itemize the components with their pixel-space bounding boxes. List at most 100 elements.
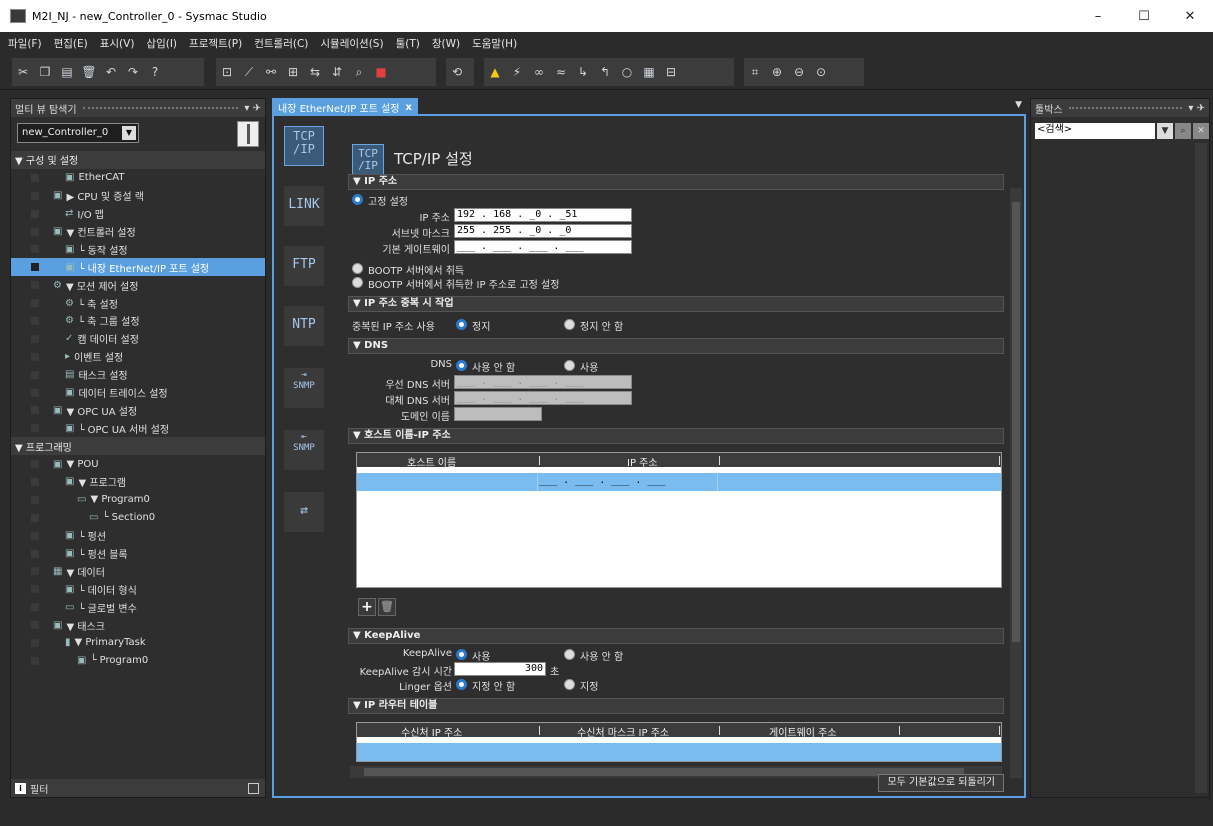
transfer-icon[interactable]: ⇵	[326, 65, 348, 79]
pin-icon[interactable]: ▾ ✈	[1188, 103, 1205, 114]
tree-item[interactable]: ⚙ └ 축 설정	[11, 294, 265, 312]
side-ftp-button[interactable]: FTP	[284, 246, 324, 286]
diff-icon[interactable]: ≈	[550, 65, 572, 79]
menu-controller[interactable]: 컨트롤러(C)	[254, 36, 308, 51]
help-icon[interactable]: ?	[144, 65, 166, 79]
radio-dup-stop[interactable]	[456, 319, 467, 330]
offline-icon[interactable]: ⊞	[282, 65, 304, 79]
radio-fixed-setting[interactable]	[352, 194, 363, 205]
filter-label[interactable]: 필터	[30, 781, 48, 796]
side-snmp-trap-button[interactable]: ⇤ SNMP	[284, 430, 324, 470]
online-icon[interactable]: ⚯	[260, 65, 282, 79]
tree-item[interactable]: ▼ 프로그래밍	[11, 437, 265, 456]
side-link-button[interactable]: LINK	[284, 186, 324, 226]
tree-item[interactable]: ▣ └ 동작 설정	[11, 240, 265, 258]
menu-project[interactable]: 프로젝트(P)	[189, 36, 242, 51]
force-icon[interactable]: ⚡	[506, 65, 528, 79]
cut-icon[interactable]: ✂	[12, 65, 34, 79]
tree-item[interactable]: ▭ ▼ Program0	[11, 491, 265, 509]
copy-icon[interactable]: ❐	[34, 65, 56, 79]
menu-file[interactable]: 파일(F)	[8, 36, 42, 51]
tree-item[interactable]: ▣ ▼ 컨트롤러 설정	[11, 223, 265, 241]
tree-item[interactable]: ▣ ▼ 태스크	[11, 616, 265, 634]
col-host-name[interactable]: 호스트 이름	[407, 454, 456, 469]
search-icon[interactable]: ⌕	[1175, 123, 1191, 139]
menu-view[interactable]: 표시(V)	[100, 36, 135, 51]
section-ip-router-table[interactable]: ▼ IP 라우터 테이블	[348, 698, 1004, 714]
tree-item[interactable]: ▮ ▼ PrimaryTask	[11, 634, 265, 652]
delete-icon[interactable]: 🗑	[78, 65, 100, 79]
tree-item[interactable]: ▣ ▼ 프로그램	[11, 473, 265, 491]
menu-window[interactable]: 창(W)	[432, 36, 460, 51]
zoom-out-icon[interactable]: ⊖	[788, 65, 810, 79]
tree-item[interactable]: ▣ └ 내장 EtherNet/IP 포트 설정	[11, 258, 265, 277]
undo-icon[interactable]: ↶	[100, 65, 122, 79]
warning-icon[interactable]: ▲	[484, 65, 506, 79]
paste-icon[interactable]: ▤	[56, 65, 78, 79]
monitor-toggle-button[interactable]	[237, 121, 259, 147]
tree-item[interactable]: ▭ └ Section0	[11, 509, 265, 527]
toolbox-scrollbar[interactable]	[1195, 143, 1207, 793]
radio-dns-off[interactable]	[456, 360, 467, 371]
radio-bootp-fixed[interactable]	[352, 277, 363, 288]
tree-item[interactable]: ⚙ └ 축 그룹 설정	[11, 312, 265, 330]
tree-item[interactable]: ▣ EtherCAT	[11, 169, 265, 187]
radio-linger-off[interactable]	[456, 679, 467, 690]
tree-item[interactable]: ▼ 구성 및 설정	[11, 151, 265, 169]
side-ntp-button[interactable]: NTP	[284, 306, 324, 346]
add-row-button[interactable]: +	[358, 598, 376, 616]
tree-item[interactable]: ▣ ▶ CPU 및 증설 랙	[11, 187, 265, 205]
tree-item[interactable]: ▸ 이벤트 설정	[11, 348, 265, 366]
tree-item[interactable]: ▣ └ OPC UA 서버 설정	[11, 419, 265, 437]
default-gateway-field[interactable]: ___ . ___ . ___ . ___	[454, 240, 632, 254]
radio-linger-on[interactable]	[564, 679, 575, 690]
side-route-button[interactable]: ⇄	[284, 492, 324, 532]
tree-item[interactable]: ▭ └ 글로벌 변수	[11, 598, 265, 616]
col-gateway[interactable]: 게이트웨이 주소	[769, 724, 837, 739]
table-row[interactable]	[357, 743, 1001, 761]
reset-icon[interactable]: ⟲	[446, 65, 468, 79]
clear-icon[interactable]: ✕	[1193, 123, 1209, 139]
primary-dns-field[interactable]: ___ . ___ . ___ . ___	[454, 375, 632, 389]
chevron-down-icon[interactable]: ▼	[1157, 123, 1173, 139]
tree-item[interactable]: ▣ └ 데이터 형식	[11, 580, 265, 598]
section-dns[interactable]: ▼ DNS	[348, 338, 1004, 354]
find-icon[interactable]: ⌕	[348, 65, 370, 80]
tree-item[interactable]: ⇄ I/O 맵	[11, 205, 265, 223]
tree-item[interactable]: ⚙ ▼ 모션 제어 설정	[11, 276, 265, 294]
radio-dns-on[interactable]	[564, 360, 575, 371]
radio-keepalive-off[interactable]	[564, 649, 575, 660]
side-snmp-button[interactable]: ⇥ SNMP	[284, 368, 324, 408]
maximize-button[interactable]: ☐	[1121, 9, 1167, 24]
row-ip-value[interactable]: ___ . ___ . ___ . ___	[539, 475, 665, 486]
col-dest-ip[interactable]: 수신처 IP 주소	[401, 724, 462, 739]
reset-defaults-button[interactable]: 모두 기본값으로 되돌리기	[878, 774, 1004, 792]
domain-name-field[interactable]	[454, 407, 542, 421]
stop-icon[interactable]: ■	[370, 65, 392, 79]
watch-icon[interactable]: ⊟	[660, 65, 682, 79]
trace-icon[interactable]: ∞	[528, 65, 550, 79]
section-keepalive[interactable]: ▼ KeepAlive	[348, 628, 1004, 644]
zoom-in-icon[interactable]: ⊕	[766, 65, 788, 79]
delete-row-button[interactable]: 🗑	[378, 598, 396, 616]
tree-item[interactable]: ▦ ▼ 데이터	[11, 562, 265, 580]
toolbox-search-input[interactable]: <검색>	[1035, 123, 1155, 139]
build-icon[interactable]: ⟋	[238, 65, 260, 80]
section-duplicate-ip[interactable]: ▼ IP 주소 중복 시 작업	[348, 296, 1004, 312]
tree-item[interactable]: ▣ └ 펑션 블록	[11, 545, 265, 563]
keepalive-time-field[interactable]: 300	[454, 662, 546, 676]
tree-item[interactable]: ▤ 태스크 설정	[11, 366, 265, 384]
expand-icon[interactable]	[248, 782, 259, 794]
compile-icon[interactable]: ⊡	[216, 65, 238, 79]
menu-help[interactable]: 도움말(H)	[472, 36, 517, 51]
tab-list-icon[interactable]: ▼	[1015, 100, 1022, 110]
vertical-scrollbar[interactable]	[1010, 188, 1022, 778]
controller-select[interactable]: new_Controller_0 ▼	[17, 123, 139, 143]
radio-dup-no-stop[interactable]	[564, 319, 575, 330]
tree-item[interactable]: ▣ └ Program0	[11, 652, 265, 670]
side-tcpip-button[interactable]: TCP/IP	[284, 126, 324, 166]
col-ip-address[interactable]: IP 주소	[627, 454, 658, 469]
subnet-mask-field[interactable]: 255 . 255 . _0 . _0	[454, 224, 632, 238]
close-button[interactable]: ✕	[1167, 9, 1213, 24]
step-icon[interactable]: ↳	[572, 65, 594, 79]
